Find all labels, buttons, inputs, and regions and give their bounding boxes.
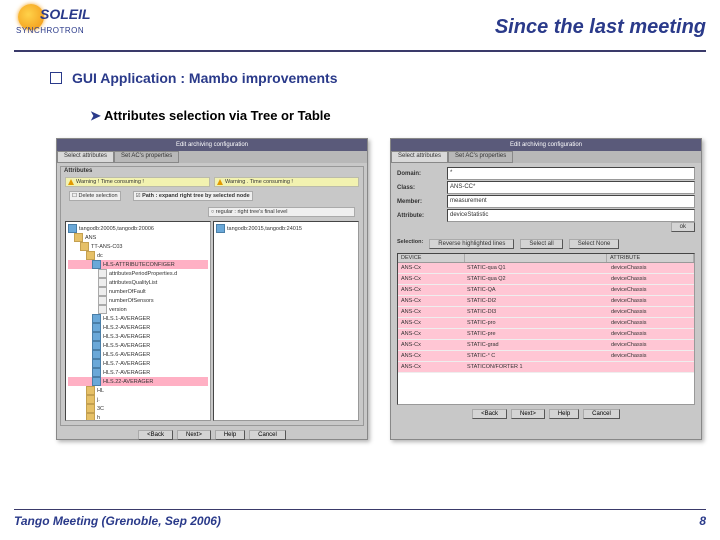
- table-row[interactable]: ANS-CxSTATIC-° CdeviceChassis: [398, 351, 694, 362]
- logo-sub: SYNCHROTRON: [16, 26, 84, 35]
- regular-hint: ○ regular : right tree's final level: [208, 207, 355, 217]
- help-button[interactable]: Help: [549, 409, 579, 419]
- table-row[interactable]: ANS-CxSTATIC-graddeviceChassis: [398, 340, 694, 351]
- tree-right[interactable]: tangodb:20015,tangodb:24015: [213, 221, 359, 421]
- warning-icon: [68, 179, 74, 185]
- table-row[interactable]: ANS-CxSTATIC-DI3deviceChassis: [398, 307, 694, 318]
- panel-label: Attributes: [61, 167, 363, 175]
- attributes-panel: Attributes Warning ! Time consuming ! Wa…: [60, 166, 364, 426]
- domain-field[interactable]: *: [447, 167, 695, 180]
- member-label: Member:: [397, 199, 447, 205]
- selection-controls: Selection: Reverse highlighted lines Sel…: [397, 239, 695, 249]
- warning-left: Warning ! Time consuming !: [65, 177, 210, 187]
- tree-left[interactable]: tangodb:20005,tangodb:20006 ANS TT-ANS-C…: [65, 221, 211, 421]
- wizard-buttons: <Back Next> Help Cancel: [61, 430, 363, 440]
- class-label: Class:: [397, 185, 447, 191]
- selection-label: Selection:: [397, 239, 423, 249]
- cancel-button[interactable]: Cancel: [583, 409, 620, 419]
- member-field[interactable]: measurement: [447, 195, 695, 208]
- slide-footer: Tango Meeting (Grenoble, Sep 2006) 8: [14, 509, 706, 528]
- domain-label: Domain:: [397, 171, 447, 177]
- tab-set-properties[interactable]: Set AC's properties: [448, 151, 513, 163]
- slide-body: GUI Application : Mambo improvements Att…: [0, 52, 720, 448]
- table-row[interactable]: ANS-CxSTATIC-qua Q2deviceChassis: [398, 274, 694, 285]
- screenshots-container: Edit archiving configuration Select attr…: [50, 138, 670, 448]
- table-header: DEVICE ATTRIBUTE: [398, 254, 694, 263]
- help-button[interactable]: Help: [215, 430, 245, 440]
- slide-header: SOLEIL SYNCHROTRON Since the last meetin…: [14, 0, 706, 52]
- logo: SOLEIL SYNCHROTRON: [14, 2, 104, 46]
- tab-bar: Select attributes Set AC's properties: [57, 151, 367, 163]
- back-button[interactable]: <Back: [472, 409, 507, 419]
- window-titlebar: Edit archiving configuration: [57, 139, 367, 151]
- window-titlebar: Edit archiving configuration: [391, 139, 701, 151]
- tab-select-attributes[interactable]: Select attributes: [391, 151, 448, 163]
- next-button[interactable]: Next>: [511, 409, 545, 419]
- page-number: 8: [699, 514, 706, 528]
- table-row[interactable]: ANS-CxSTATIC-DI2deviceChassis: [398, 296, 694, 307]
- select-all-button[interactable]: Select all: [520, 239, 562, 249]
- table-row[interactable]: ANS-CxSTATIC-QAdeviceChassis: [398, 285, 694, 296]
- warning-right: Warning . Time consuming !: [214, 177, 359, 187]
- attributes-table[interactable]: DEVICE ATTRIBUTE ANS-CxSTATIC-qua Q1devi…: [397, 253, 695, 405]
- class-field[interactable]: ANS-CC*: [447, 181, 695, 194]
- cancel-button[interactable]: Cancel: [249, 430, 286, 440]
- table-row[interactable]: ANS-CxSTATIC-predeviceChassis: [398, 329, 694, 340]
- expand-hint: ☑ Path : expand right tree by selected n…: [133, 191, 253, 201]
- back-button[interactable]: <Back: [138, 430, 173, 440]
- table-row[interactable]: ANS-CxSTATIC-prodeviceChassis: [398, 318, 694, 329]
- tab-select-attributes[interactable]: Select attributes: [57, 151, 114, 163]
- bullet-level2: Attributes selection via Tree or Table: [90, 108, 670, 124]
- footer-text: Tango Meeting (Grenoble, Sep 2006): [14, 514, 221, 528]
- bullet-level1: GUI Application : Mambo improvements: [50, 70, 670, 86]
- tree-panes: tangodb:20005,tangodb:20006 ANS TT-ANS-C…: [65, 221, 359, 421]
- warning-icon: [217, 179, 223, 185]
- logo-name: SOLEIL: [40, 6, 91, 22]
- ok-button[interactable]: ok: [671, 222, 695, 232]
- slide-title: Since the last meeting: [495, 16, 706, 39]
- delete-selection-checkbox[interactable]: ☐ Delete selection: [69, 191, 121, 201]
- select-none-button[interactable]: Select None: [569, 239, 620, 249]
- attribute-field[interactable]: deviceStatistic: [447, 209, 695, 222]
- table-row[interactable]: ANS-CxSTATIC-qua Q1deviceChassis: [398, 263, 694, 274]
- table-selection-window: Edit archiving configuration Select attr…: [390, 138, 702, 440]
- wizard-buttons: <Back Next> Help Cancel: [395, 409, 697, 419]
- tree-selection-window: Edit archiving configuration Select attr…: [56, 138, 368, 440]
- next-button[interactable]: Next>: [177, 430, 211, 440]
- reverse-button[interactable]: Reverse highlighted lines: [429, 239, 514, 249]
- tab-set-properties[interactable]: Set AC's properties: [114, 151, 179, 163]
- table-row[interactable]: ANS-CxSTATICON/FORTER 1: [398, 362, 694, 373]
- tab-bar: Select attributes Set AC's properties: [391, 151, 701, 163]
- attribute-label: Attribute:: [397, 213, 447, 219]
